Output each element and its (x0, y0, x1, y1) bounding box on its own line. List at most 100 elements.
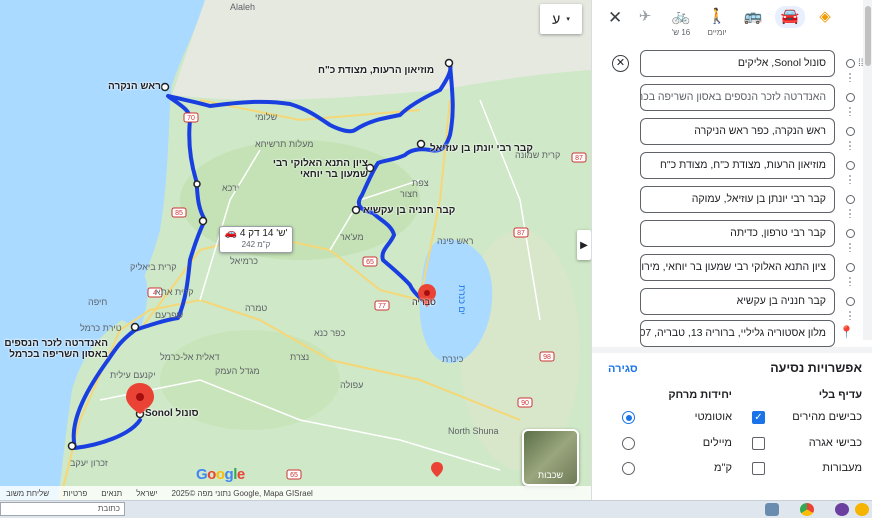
airplane-icon: ✈ (638, 8, 652, 25)
stop-marker (67, 441, 77, 451)
place-museum[interactable]: מוזיאון הרעות, מצודת כ"ח (318, 65, 434, 76)
connector-dots (849, 208, 851, 218)
stop-input[interactable]: מוזיאון הרעות, מצודת כ"ח, מצודת כ"ח (640, 152, 835, 179)
units-miles-option[interactable]: מיילים (622, 434, 732, 452)
units-auto-option[interactable]: אוטומטי (622, 408, 732, 426)
map-label: קרית ביאליק (130, 262, 177, 272)
file-explorer-icon[interactable] (765, 503, 779, 516)
map-label: מע'אר (340, 232, 364, 242)
place-tiberias[interactable]: טבריה (412, 297, 436, 307)
layers-button[interactable]: שכבות (522, 429, 579, 486)
svg-text:85: 85 (175, 210, 183, 217)
units-miles-label: מיילים (702, 437, 732, 449)
mode-cycling[interactable]: 🚲 16 ש' (666, 6, 696, 37)
distance-units-header: יחידות מרחק (668, 389, 732, 401)
checkbox-highways[interactable]: ✓ (752, 411, 765, 424)
stop-input[interactable]: קבר רבי יונתן בן עוזיאל, עמוקה (640, 186, 835, 213)
stop-input[interactable]: ראש הנקרה, כפר ראש הניקרה (640, 118, 835, 145)
connector-dots (849, 106, 851, 116)
stop-input[interactable]: מלון אסטוריה גליליי, ברוריה 13, טבריה, 0… (640, 320, 835, 347)
map-data-credit: נתוני מפה ©2025 Google, Mapa GISrael (171, 488, 313, 498)
place-yonatan-ben-uziel[interactable]: קבר רבי יונתן בן עוזיאל (430, 143, 533, 154)
svg-text:70: 70 (187, 115, 195, 122)
mode-cycling-label: 16 ש' (671, 28, 691, 37)
place-label: חיפה (88, 297, 108, 307)
stop-dot-icon (846, 297, 855, 306)
map-label: כרמיאל (230, 256, 259, 266)
map-label: מעלות תרשיחא (255, 139, 314, 149)
place-sonol[interactable]: סונול Sonol (145, 408, 199, 419)
close-options-link[interactable]: סגירה (608, 363, 638, 375)
destination-pin-icon: 📍 (839, 325, 854, 339)
remove-stop-button[interactable]: ✕ (612, 55, 629, 72)
map-label: טירת כרמל (80, 323, 122, 333)
svg-text:77: 77 (378, 303, 386, 310)
connector-dots (849, 140, 851, 150)
map-label: North Shuna (448, 426, 499, 436)
connector-dots (849, 310, 851, 320)
collapse-panel-button[interactable]: ▶ (577, 230, 591, 260)
map-label: עפולה (340, 380, 364, 390)
language-button[interactable]: ע ▾ (540, 4, 582, 34)
route-duration-badge[interactable]: 🚗 4 ש' 14 דק' 242 ק"מ (219, 226, 293, 253)
mode-walking-label: יומיים (707, 28, 727, 37)
car-icon: 🚗 (224, 228, 238, 239)
units-km-option[interactable]: ק"מ (622, 459, 732, 477)
mode-driving[interactable]: 🚘 (775, 6, 805, 28)
layers-label: שכבות (537, 470, 564, 480)
connector-dots (849, 72, 851, 82)
avoid-header: עדיף בלי (818, 389, 862, 401)
svg-text:65: 65 (290, 472, 298, 479)
stop-input[interactable]: סונול Sonol, אליקים (640, 50, 835, 77)
app-icon[interactable] (855, 503, 869, 516)
units-auto-label: אוטומטי (694, 411, 732, 423)
google-logo: Google (196, 466, 245, 483)
taskbar-search[interactable]: כתובת (0, 502, 125, 516)
mode-transit[interactable]: 🚌 (738, 6, 768, 28)
stops-scrollbar[interactable] (863, 0, 872, 340)
divider (592, 347, 872, 353)
radio-auto[interactable] (622, 411, 635, 424)
checkbox-ferries[interactable] (752, 462, 765, 475)
radio-miles[interactable] (622, 437, 635, 450)
stop-input[interactable]: ציון התנא האלוקי רבי שמעון בר יוחאי, מיר… (640, 254, 835, 281)
stop-dot-icon (846, 59, 855, 68)
radio-km[interactable] (622, 462, 635, 475)
place-tzion-rashbi[interactable]: ציון התנא האלוקי רבי שמעון בר יוחאי (262, 158, 368, 180)
stop-input[interactable]: קבר רבי טרפון, כדיתה (640, 220, 835, 247)
app-icon[interactable] (835, 503, 849, 516)
avoid-tolls-option[interactable]: כבישי אגרה (752, 434, 862, 452)
chrome-icon[interactable] (800, 503, 814, 516)
place-hanania[interactable]: קבר חנניה בן עקשיא (363, 205, 455, 216)
avoid-tolls-label: כבישי אגרה (808, 437, 862, 449)
avoid-ferries-label: מעבורות (822, 462, 862, 474)
stop-input[interactable]: קבר חנניה בן עקשיא (640, 288, 835, 315)
stop-marker (198, 216, 208, 226)
avoid-highways-label: כבישים מהירים (792, 411, 862, 423)
mode-flight[interactable]: ✈ (630, 6, 660, 28)
language-label: ע (552, 11, 561, 27)
country-label: ישראל (136, 488, 158, 498)
feedback-link[interactable]: שליחת משוב (6, 489, 49, 498)
svg-text:65: 65 (366, 259, 374, 266)
avoid-highways-option[interactable]: ✓ כבישים מהירים (752, 408, 862, 426)
map-canvas[interactable]: 70 85 87 77 65 4 65 90 87 98 Alaleh שלומ… (0, 0, 591, 500)
chevron-right-icon: ▶ (580, 239, 588, 251)
map-graphics: 70 85 87 77 65 4 65 90 87 98 (0, 0, 591, 500)
place-rosh-hanikra[interactable]: ראש הנקרה (108, 81, 161, 92)
checkbox-tolls[interactable] (752, 437, 765, 450)
stop-marker (130, 322, 140, 332)
privacy-link[interactable]: פרטיות (63, 489, 87, 498)
terms-link[interactable]: תנאים (101, 489, 122, 498)
mode-walking[interactable]: 🚶 יומיים (702, 6, 732, 37)
car-icon: 🚘 (775, 6, 805, 28)
mode-best[interactable]: ◈ (810, 6, 840, 28)
directions-icon: ◈ (819, 8, 831, 25)
walking-icon: 🚶 (707, 8, 727, 25)
stop-input[interactable]: האנדרטה לזכר הנספים באסון השריפה בכרמל (640, 84, 835, 111)
map-label: Alaleh (230, 2, 256, 12)
bus-icon: 🚌 (743, 8, 763, 25)
avoid-ferries-option[interactable]: מעבורות (752, 459, 862, 477)
map-label: נצרת (290, 352, 310, 362)
place-carmel-memorial[interactable]: האנדרטה לזכר הנספים באסון השריפה בכרמל (0, 338, 108, 360)
